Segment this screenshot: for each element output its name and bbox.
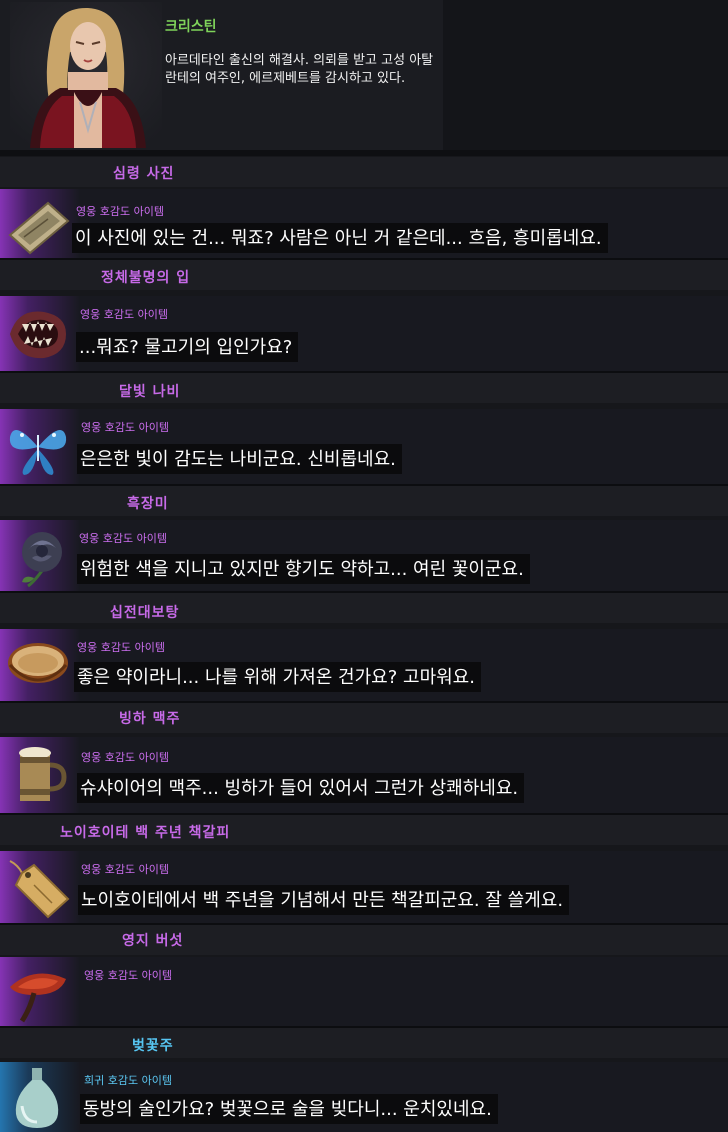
list-item: 정체불명의 입 영웅 호감도 아이템 ...뭐죠? 물고기의 입인가요? — [0, 260, 728, 373]
list-item: 흑장미 영웅 호감도 아이템 위험한 색을 지니고 있지만 향기도 약하고...… — [0, 486, 728, 593]
item-grade: 영웅 호감도 아이템 — [76, 205, 164, 218]
item-quote: 동방의 술인가요? 벚꽃으로 술을 빚다니... 운치있네요. — [80, 1094, 498, 1124]
list-item: 빙하 맥주 영웅 호감도 아이템 슈샤이어의 맥주... 빙하가 들어 있어서 … — [0, 703, 728, 815]
item-title: 영지 버섯 — [122, 933, 184, 949]
item-quote: 은은한 빛이 감도는 나비군요. 신비롭네요. — [77, 444, 402, 474]
item-grade: 영웅 호감도 아이템 — [79, 532, 167, 545]
item-title: 흑장미 — [127, 496, 169, 512]
item-quote: 슈샤이어의 맥주... 빙하가 들어 있어서 그런가 상쾌하네요. — [77, 773, 525, 803]
item-grade: 영웅 호감도 아이템 — [84, 969, 172, 982]
liquor-bottle-icon — [15, 1068, 59, 1128]
item-grade: 희귀 호감도 아이템 — [84, 1074, 172, 1087]
item-grade: 영웅 호감도 아이템 — [81, 421, 169, 434]
item-grade: 영웅 호감도 아이템 — [80, 308, 168, 321]
list-item: 십전대보탕 영웅 호감도 아이템 좋은 약이라니... 나를 위해 가져온 건가… — [0, 593, 728, 703]
black-rose-icon — [22, 532, 62, 588]
item-grade: 영웅 호감도 아이템 — [77, 641, 165, 654]
item-quote: ...뭐죠? 물고기의 입인가요? — [76, 332, 299, 362]
item-title: 심령 사진 — [113, 166, 175, 182]
character-portrait — [10, 2, 162, 148]
item-grade: 영웅 호감도 아이템 — [81, 751, 169, 764]
list-item: 노이호이테 백 주년 책갈피 영웅 호감도 아이템 노이호이테에서 백 주년을 … — [0, 815, 728, 925]
item-quote: 노이호이테에서 백 주년을 기념해서 만든 책갈피군요. 잘 쓸게요. — [78, 885, 570, 915]
bookmark-tag-icon — [9, 860, 70, 919]
character-header: 크리스틴 아르데타인 출신의 해결사. 의뢰를 받고 고성 아탈란테의 여주인,… — [0, 0, 728, 150]
list-item: 심령 사진 영웅 호감도 아이템 이 사진에 있는 건... 뭐죠? 사람은 아… — [0, 157, 728, 260]
item-grade: 영웅 호감도 아이템 — [81, 863, 169, 876]
list-item: 벚꽃주 희귀 호감도 아이템 동방의 술인가요? 벚꽃으로 술을 빚다니... … — [0, 1028, 728, 1132]
item-title: 벚꽃주 — [132, 1038, 174, 1054]
beer-mug-icon — [19, 747, 67, 801]
character-name: 크리스틴 — [165, 19, 217, 35]
item-title: 달빛 나비 — [119, 384, 181, 400]
item-title: 빙하 맥주 — [119, 711, 181, 727]
item-quote: 이 사진에 있는 건... 뭐죠? 사람은 아닌 거 같은데... 흐음, 흥미… — [72, 223, 608, 253]
character-description: 아르데타인 출신의 해결사. 의뢰를 받고 고성 아탈란테의 여주인, 에르제베… — [165, 53, 434, 86]
medicine-bowl-icon — [8, 643, 68, 683]
header-side-panel — [443, 0, 728, 150]
item-title: 정체불명의 입 — [101, 270, 191, 286]
item-title: 십전대보탕 — [110, 605, 180, 621]
item-quote: 위험한 색을 지니고 있지만 향기도 약하고... 여린 꽃이군요. — [77, 554, 530, 584]
reishi-mushroom-icon — [10, 973, 66, 1023]
list-item: 달빛 나비 영웅 호감도 아이템 은은한 빛이 감도는 나비군요. 신비롭네요. — [0, 373, 728, 486]
item-title: 노이호이테 백 주년 책갈피 — [60, 825, 231, 841]
list-item: 영지 버섯 영웅 호감도 아이템 — [0, 925, 728, 1028]
old-photo-icon — [8, 201, 70, 255]
header-divider — [0, 150, 728, 156]
item-quote: 좋은 약이라니... 나를 위해 가져온 건가요? 고마워요. — [74, 662, 481, 692]
butterfly-icon — [9, 429, 67, 475]
fanged-mouth-icon — [10, 311, 66, 359]
